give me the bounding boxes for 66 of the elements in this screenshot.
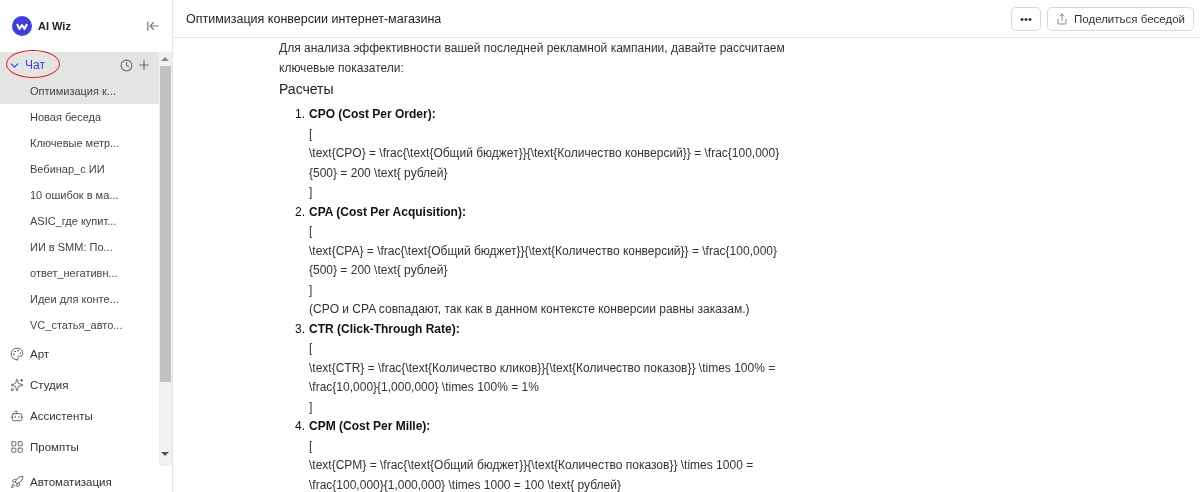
chat-list-item[interactable]: Новая беседа xyxy=(0,104,159,130)
formula-line: \text{CPA} = \frac{\text{Общий бюджет}}{\text{Количество конверсий}} = \frac{100,000} xyxy=(309,242,778,260)
list-number: 4. xyxy=(294,418,306,435)
nav-item[interactable]: Арт xyxy=(0,338,159,369)
formula-line: ] xyxy=(309,184,314,201)
sparkles-icon xyxy=(10,377,24,392)
chat-list-item[interactable]: Идеи для конте... xyxy=(0,286,159,312)
chat-list-item[interactable]: VC_статья_авто... xyxy=(0,312,159,338)
chat-section-header[interactable]: Чат xyxy=(0,52,159,78)
nav-label: Ассистенты xyxy=(30,409,93,422)
nav-item[interactable]: Промпты xyxy=(0,431,159,462)
more-button[interactable]: ••• xyxy=(1010,6,1041,31)
formula-line: \frac{10,000}{1,000,000} \times 100% = 1% xyxy=(309,379,540,396)
scrollbar[interactable] xyxy=(159,52,172,466)
nav-item[interactable]: Автоматизация xyxy=(0,472,172,492)
formula-line: \text{CTR} = \frac{\text{Количество кликов}}{\text{Количество показов}} \times 100% = xyxy=(309,359,777,377)
formula-line: (CPO и CPA совпадают, так как в данном контексте конверсии равны заказам.) xyxy=(309,301,751,318)
formula-line: {500} = 200 \text{ рублей} xyxy=(309,262,449,279)
formula-line: [ xyxy=(309,125,314,143)
collapse-sidebar-icon[interactable] xyxy=(146,19,160,33)
chat-list-item[interactable]: ASIC_где купит... xyxy=(0,208,159,234)
chat-label: Чат xyxy=(25,58,46,72)
section-heading: Расчеты xyxy=(279,81,335,97)
list-number: 1. xyxy=(294,106,306,123)
grid-icon xyxy=(10,439,24,454)
formula-line: \text{CPM} = \frac{\text{Общий бюджет}}{\text{Количество показов}} \times 1000 = xyxy=(309,457,755,474)
list-number: 3. xyxy=(294,320,306,338)
share-icon xyxy=(1056,12,1068,25)
metric-title: CPM (Cost Per Mille): xyxy=(309,418,431,435)
intro-paragraph: Для анализа эффективности вашей последней рекламной кампании, давайте рассчитаем ключевые показатели: xyxy=(279,40,786,77)
chat-list-item[interactable]: Оптимизация к... xyxy=(0,78,159,104)
nav-item[interactable]: Ассистенты xyxy=(0,400,159,431)
formula-line: \frac{100,000}{1,000,000} \times 1000 = 100 \text{ рублей} xyxy=(309,476,622,492)
share-button[interactable]: Поделиться беседой xyxy=(1047,6,1194,31)
chat-list-item[interactable]: Ключевые метр... xyxy=(0,130,159,156)
nav-item[interactable]: Студия xyxy=(0,369,159,400)
palette-icon xyxy=(10,346,24,361)
metric-title: CPO (Cost Per Order): xyxy=(309,106,436,123)
scrollbar-thumb[interactable] xyxy=(160,66,171,382)
formula-line: ] xyxy=(309,398,314,416)
nav-label: Автоматизация xyxy=(30,476,112,488)
formula-line: \text{CPO} = \frac{\text{Общий бюджет}}{\text{Количество конверсий}} = \frac{100,000} xyxy=(309,145,781,162)
nav-label: Арт xyxy=(30,347,50,360)
nav-label: Студия xyxy=(30,378,69,391)
chat-list-item[interactable]: Вебинар_с ИИ xyxy=(0,156,159,182)
formula-line: [ xyxy=(309,223,314,240)
formula-line: ] xyxy=(309,281,314,299)
chat-title: Оптимизация конверсии интернет-магазина xyxy=(186,11,443,26)
logo-icon xyxy=(12,16,32,36)
chat-list-item[interactable]: ИИ в SMM: По... xyxy=(0,234,159,260)
rocket-icon xyxy=(10,475,24,489)
formula-line: [ xyxy=(309,340,314,357)
chat-list-item[interactable]: 10 ошибок в ма... xyxy=(0,182,159,208)
robot-icon xyxy=(10,408,24,423)
metric-title: CTR (Click-Through Rate): xyxy=(309,320,460,338)
history-icon[interactable] xyxy=(120,58,133,72)
logo-text: AI Wiz xyxy=(38,20,72,32)
scroll-up-icon[interactable] xyxy=(161,57,169,61)
add-icon[interactable] xyxy=(137,58,151,72)
formula-line: [ xyxy=(309,437,314,455)
chat-list-item[interactable]: ответ_негативн... xyxy=(0,260,159,286)
scroll-down-icon[interactable] xyxy=(161,452,169,456)
nav-label: Промпты xyxy=(30,440,79,453)
list-number: 2. xyxy=(294,203,306,221)
formula-line: {500} = 200 \text{ рублей} xyxy=(309,164,449,182)
metric-title: CPA (Cost Per Acquisition): xyxy=(309,203,466,221)
